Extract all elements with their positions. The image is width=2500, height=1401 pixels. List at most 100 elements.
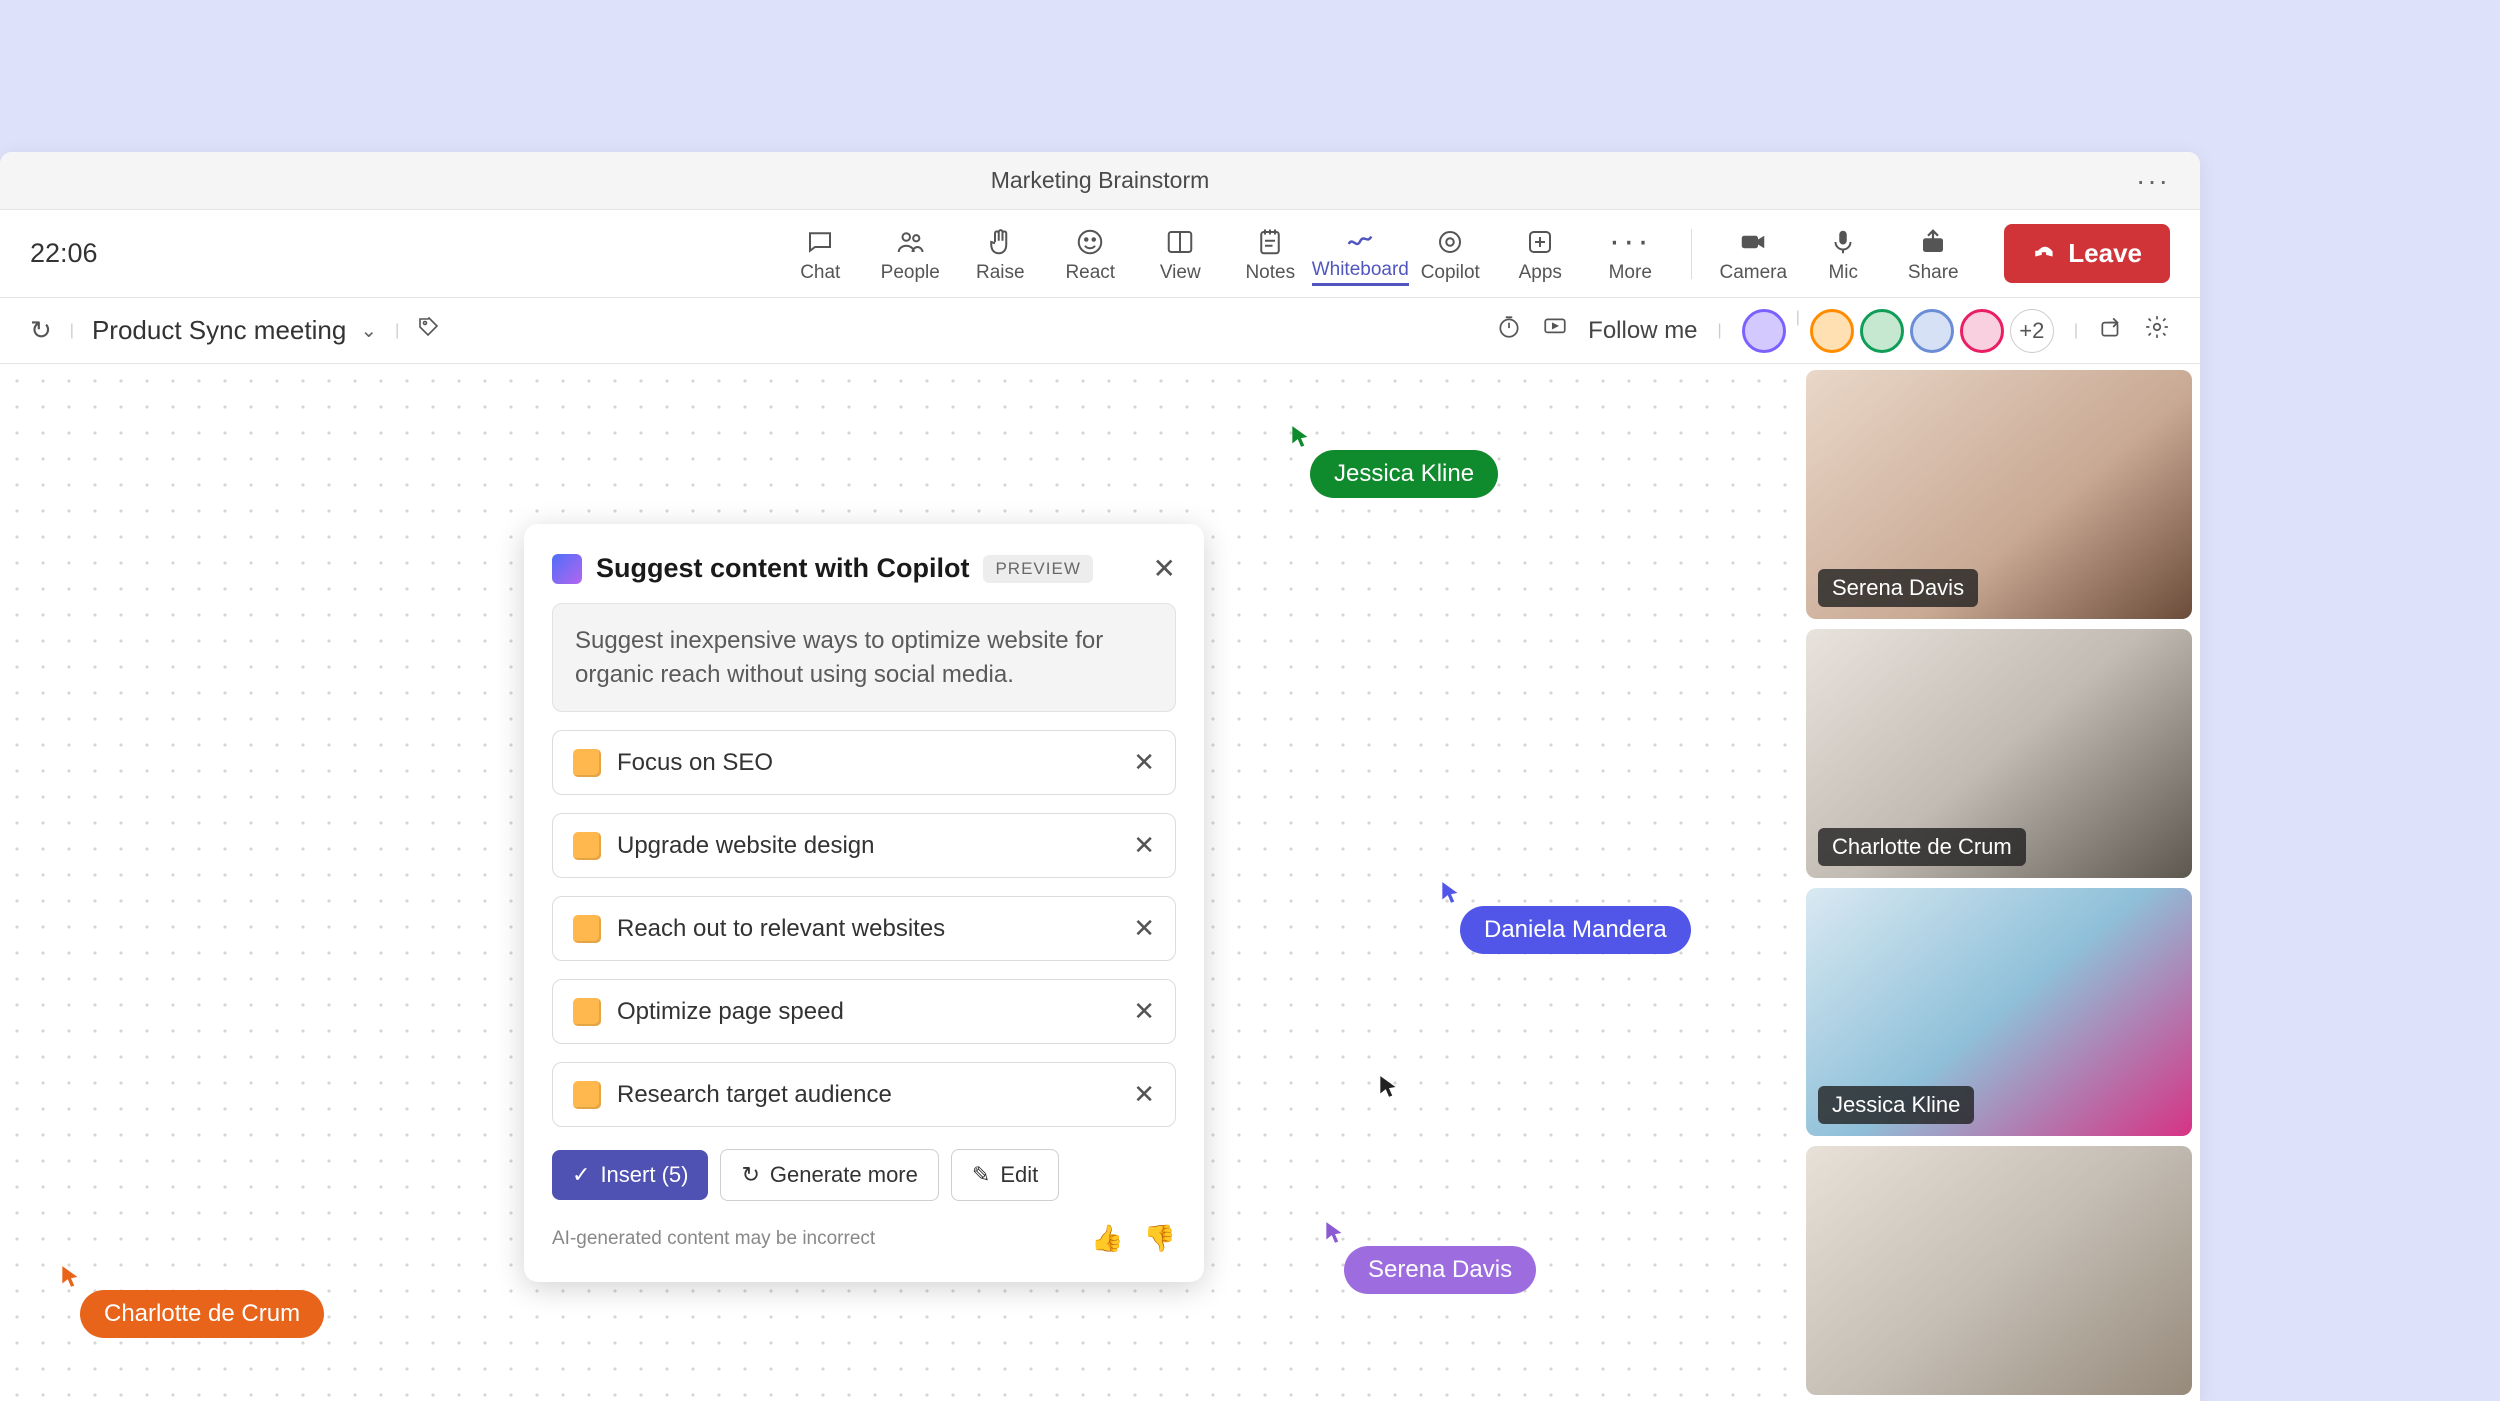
cursor-label: Charlotte de Crum [80,1290,324,1338]
remove-suggestion-icon[interactable]: ✕ [1133,913,1155,944]
settings-icon[interactable] [2144,314,2170,347]
leave-button[interactable]: Leave [2004,224,2170,283]
avatar-overflow-count[interactable]: +2 [2010,309,2054,353]
notes-icon [1255,224,1285,260]
view-button[interactable]: View [1141,219,1219,289]
whiteboard-icon [1345,221,1375,257]
apps-label: Apps [1519,262,1562,284]
suggestion-item[interactable]: Focus on SEO ✕ [552,730,1176,795]
people-button[interactable]: People [871,219,949,289]
suggestion-text: Optimize page speed [617,998,1117,1026]
sticky-note-icon [573,749,601,777]
more-horizontal-icon: ··· [1609,224,1652,260]
refresh-icon: ↻ [741,1162,759,1188]
copilot-title: Suggest content with Copilot [596,553,969,584]
remote-cursor-jessica: Jessica Kline [1290,424,1498,498]
avatar[interactable] [1960,309,2004,353]
generate-more-button[interactable]: ↻ Generate more [720,1149,938,1201]
webcam-tile[interactable]: Charlotte de Crum [1806,629,2192,878]
webcam-tile[interactable]: Serena Davis [1806,370,2192,619]
share-label: Share [1908,262,1959,284]
webcam-tile[interactable] [1806,1146,2192,1395]
chat-button[interactable]: Chat [781,219,859,289]
avatar[interactable] [1860,309,1904,353]
cursor-icon [1440,880,1462,906]
notes-button[interactable]: Notes [1231,219,1309,289]
suggestion-item[interactable]: Optimize page speed ✕ [552,979,1176,1044]
more-options-icon[interactable]: ··· [2136,165,2170,197]
copilot-prompt-input[interactable]: Suggest inexpensive ways to optimize web… [552,603,1176,712]
chevron-down-icon: ⌄ [360,318,377,343]
suggestion-item[interactable]: Research target audience ✕ [552,1062,1176,1127]
avatar[interactable] [1910,309,1954,353]
whiteboard-button[interactable]: Whiteboard [1321,219,1399,289]
feedback-buttons: 👍 👎 [1091,1223,1176,1254]
leave-label: Leave [2068,238,2142,269]
share-button[interactable]: Share [1894,219,1972,289]
sticky-note-icon [573,998,601,1026]
present-icon[interactable] [1542,314,1568,347]
copilot-panel: Suggest content with Copilot PREVIEW ✕ S… [524,524,1204,1282]
remove-suggestion-icon[interactable]: ✕ [1133,996,1155,1027]
preview-badge: PREVIEW [983,555,1092,583]
copilot-header: Suggest content with Copilot PREVIEW ✕ [552,552,1176,585]
copilot-button[interactable]: Copilot [1411,219,1489,289]
subbar-right: Follow me | | +2 | [1496,309,2170,353]
webcam-name: Serena Davis [1818,569,1978,607]
edit-button[interactable]: ✎ Edit [951,1149,1059,1201]
suggestion-item[interactable]: Upgrade website design ✕ [552,813,1176,878]
follow-me-label[interactable]: Follow me [1588,317,1697,345]
suggestion-text: Upgrade website design [617,832,1117,860]
raise-button[interactable]: Raise [961,219,1039,289]
remove-suggestion-icon[interactable]: ✕ [1133,747,1155,778]
leave-icon [2032,241,2058,267]
suggestion-text: Reach out to relevant websites [617,915,1117,943]
close-icon[interactable]: ✕ [1153,552,1176,585]
board-name-label: Product Sync meeting [92,315,346,346]
remote-cursor-black [1378,1074,1400,1105]
timer-icon[interactable] [1496,314,1522,347]
avatar[interactable] [1810,309,1854,353]
mic-icon [1828,224,1858,260]
whiteboard-canvas[interactable]: Jessica Kline Daniela Mandera Serena Dav… [0,364,1806,1401]
react-button[interactable]: React [1051,219,1129,289]
suggestion-text: Research target audience [617,1081,1117,1109]
whiteboard-subbar: ↻ | Product Sync meeting ⌄ | Follow me |… [0,298,2200,364]
more-button[interactable]: ··· More [1591,219,1669,289]
whiteboard-label: Whiteboard [1312,259,1409,286]
apps-button[interactable]: Apps [1501,219,1579,289]
share-icon [1918,224,1948,260]
generate-label: Generate more [770,1162,918,1188]
remove-suggestion-icon[interactable]: ✕ [1133,1079,1155,1110]
share-board-icon[interactable] [2098,314,2124,347]
thumbs-down-icon[interactable]: 👎 [1144,1223,1176,1254]
board-name-dropdown[interactable]: Product Sync meeting ⌄ [92,315,377,346]
cursor-label: Serena Davis [1344,1246,1536,1294]
avatar[interactable] [1742,309,1786,353]
meeting-title: Marketing Brainstorm [991,167,1210,194]
tag-icon[interactable] [417,315,441,346]
mic-button[interactable]: Mic [1804,219,1882,289]
ai-disclaimer: AI-generated content may be incorrect [552,1228,875,1250]
insert-button[interactable]: ✓ Insert (5) [552,1150,708,1200]
insert-label: Insert (5) [600,1162,688,1188]
thumbs-up-icon[interactable]: 👍 [1091,1223,1123,1254]
camera-button[interactable]: Camera [1714,219,1792,289]
content-area: Jessica Kline Daniela Mandera Serena Dav… [0,364,2200,1401]
apps-icon [1525,224,1555,260]
chat-label: Chat [800,262,840,284]
suggestion-text: Focus on SEO [617,749,1117,777]
webcam-tile[interactable]: Jessica Kline [1806,888,2192,1137]
webcam-sidebar: Serena Davis Charlotte de Crum Jessica K… [1806,364,2200,1401]
redo-icon[interactable]: ↻ [30,315,52,346]
camera-label: Camera [1719,262,1787,284]
remove-suggestion-icon[interactable]: ✕ [1133,830,1155,861]
copilot-actions: ✓ Insert (5) ↻ Generate more ✎ Edit [552,1149,1176,1201]
suggestion-item[interactable]: Reach out to relevant websites ✕ [552,896,1176,961]
copilot-logo-icon [552,554,582,584]
people-icon [895,224,925,260]
titlebar: Marketing Brainstorm ··· [0,152,2200,210]
copilot-label: Copilot [1421,262,1480,284]
raise-hand-icon [985,224,1015,260]
cursor-icon [1324,1220,1346,1246]
